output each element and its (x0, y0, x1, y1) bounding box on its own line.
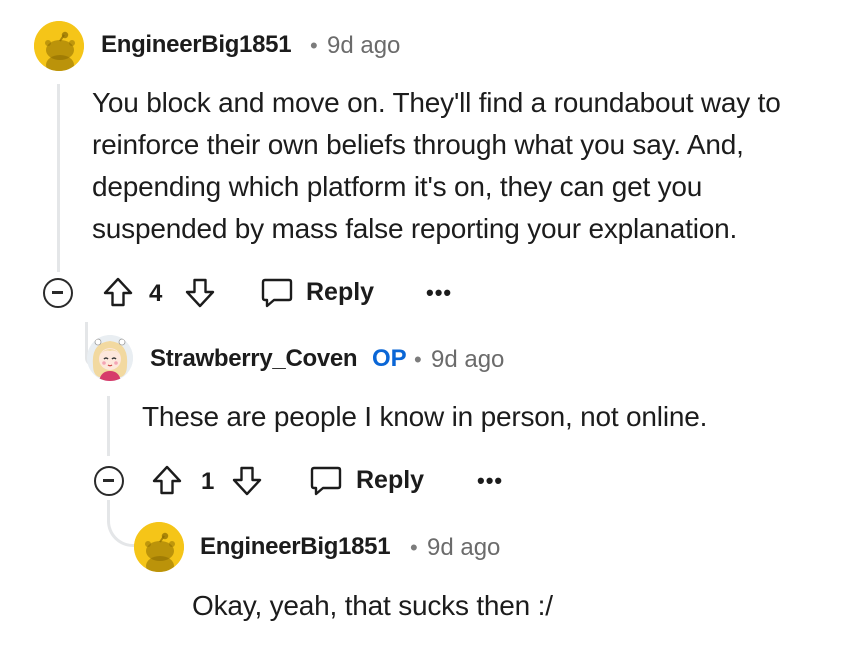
comment-line: Okay, yeah, that sucks then :/ (192, 590, 553, 621)
separator-dot: • (410, 535, 418, 560)
reply-comment-icon[interactable] (309, 465, 343, 497)
comment-line: You block and move on. They'll find a ro… (92, 87, 781, 118)
user-avatar[interactable] (34, 21, 84, 71)
snoo-avatar-icon (134, 522, 184, 572)
upvote-icon[interactable] (102, 276, 134, 308)
separator-dot: • (310, 33, 318, 58)
downvote-icon[interactable] (231, 465, 263, 497)
comment-line: suspended by mass false reporting your e… (92, 213, 738, 244)
reply-comment-icon[interactable] (260, 277, 294, 309)
comment-line: reinforce their own beliefs through what… (92, 129, 744, 160)
timestamp[interactable]: 9d ago (327, 32, 400, 60)
thread-connector-2 (107, 500, 137, 547)
comment-body: You block and move on. They'll find a ro… (92, 82, 781, 250)
vote-count: 1 (201, 468, 215, 495)
comment-body: Okay, yeah, that sucks then :/ (192, 585, 553, 627)
timestamp[interactable]: 9d ago (431, 346, 504, 374)
comment-body: These are people I know in person, not o… (142, 396, 707, 438)
timestamp[interactable]: 9d ago (427, 534, 500, 562)
separator-dot: • (414, 347, 422, 372)
reply-button[interactable]: Reply (306, 278, 374, 307)
user-avatar[interactable] (134, 522, 184, 572)
more-options-button[interactable]: ••• (477, 468, 503, 494)
username[interactable]: Strawberry_Coven (150, 345, 358, 373)
more-options-button[interactable]: ••• (426, 280, 452, 306)
collapse-thread-button[interactable] (94, 466, 124, 496)
collapse-thread-button[interactable] (43, 278, 73, 308)
user-avatar[interactable] (87, 335, 133, 381)
upvote-icon[interactable] (151, 464, 183, 496)
downvote-icon[interactable] (184, 277, 216, 309)
vote-count: 4 (149, 280, 163, 307)
comment-line: depending which platform it's on, they c… (92, 171, 703, 202)
snoo-avatar-icon (34, 21, 84, 71)
anime-girl-avatar-icon (87, 335, 133, 381)
op-badge: OP (372, 345, 407, 372)
username[interactable]: EngineerBig1851 (101, 31, 292, 59)
reply-button[interactable]: Reply (356, 466, 424, 495)
thread-line-1[interactable] (57, 84, 60, 272)
thread-line-2[interactable] (107, 396, 110, 456)
comment-line: These are people I know in person, not o… (142, 401, 708, 432)
username[interactable]: EngineerBig1851 (200, 533, 391, 561)
